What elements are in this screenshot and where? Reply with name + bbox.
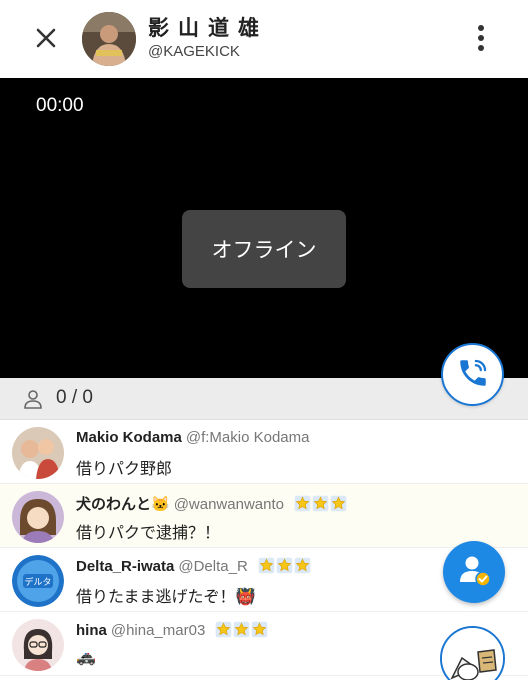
commenter-handle: @f:Makio Kodama bbox=[185, 429, 310, 446]
person-outline-icon bbox=[22, 388, 44, 410]
more-vert-icon[interactable] bbox=[466, 20, 496, 56]
star-icon bbox=[251, 621, 268, 638]
broadcaster-handle: @KAGEKICK bbox=[148, 43, 240, 60]
commenter-handle: @wanwanwanto bbox=[173, 496, 284, 513]
broadcaster-name: 影山道雄 bbox=[148, 16, 268, 40]
phone-call-icon bbox=[456, 356, 490, 394]
commenter-handle: @Delta_R bbox=[178, 558, 248, 575]
comment-text: 🚓 bbox=[76, 647, 96, 666]
star-icon bbox=[312, 495, 329, 512]
commenter-avatar[interactable] bbox=[12, 427, 64, 479]
close-icon[interactable] bbox=[28, 20, 64, 56]
commenter-avatar[interactable]: デルタ bbox=[12, 555, 64, 607]
viewer-count: 0 / 0 bbox=[56, 387, 93, 408]
broadcaster-avatar[interactable] bbox=[82, 12, 136, 66]
offline-badge: オフライン bbox=[182, 210, 346, 288]
commenter-line: Makio Kodama @f:Makio Kodama bbox=[76, 429, 309, 446]
header-bar: 影山道雄 @KAGEKICK bbox=[0, 0, 528, 78]
commenter-avatar[interactable] bbox=[12, 619, 64, 671]
commenter-name: Makio Kodama bbox=[76, 429, 182, 446]
comment-item: Makio Kodama @f:Makio Kodama 借りパク野郎 bbox=[0, 420, 528, 484]
rank-stars bbox=[294, 495, 348, 516]
comment-text: 借りパク野郎 bbox=[76, 459, 173, 478]
call-button[interactable] bbox=[441, 343, 504, 406]
commenter-line: Delta_R-iwata @Delta_R bbox=[76, 557, 312, 578]
commenter-avatar[interactable] bbox=[12, 491, 64, 543]
rank-stars bbox=[215, 621, 269, 642]
svg-text:デルタ: デルタ bbox=[24, 576, 51, 588]
star-icon bbox=[330, 495, 347, 512]
star-icon bbox=[294, 557, 311, 574]
star-icon bbox=[233, 621, 250, 638]
comment-text: 借りたまま逃げたぞ！👹 bbox=[76, 587, 256, 606]
stream-timer: 00:00 bbox=[36, 95, 84, 116]
rank-stars bbox=[258, 557, 312, 578]
commenter-name: 犬のわんと🐱 bbox=[76, 496, 170, 513]
commenter-line: hina @hina_mar03 bbox=[76, 621, 269, 642]
star-icon bbox=[276, 557, 293, 574]
profile-check-icon bbox=[456, 552, 492, 592]
commenter-name: Delta_R-iwata bbox=[76, 558, 175, 575]
profile-button[interactable] bbox=[443, 541, 505, 603]
comment-text: 借りパクで逮捕？！ bbox=[76, 523, 221, 542]
star-icon bbox=[258, 557, 275, 574]
comment-item: 犬のわんと🐱 @wanwanwanto 借りパクで逮捕？！ bbox=[0, 484, 528, 548]
video-player[interactable]: 00:00 オフライン bbox=[0, 78, 528, 378]
star-icon bbox=[215, 621, 232, 638]
commenter-line: 犬のわんと🐱 @wanwanwanto bbox=[76, 493, 348, 516]
commenter-name: hina bbox=[76, 622, 107, 639]
star-icon bbox=[294, 495, 311, 512]
commenter-handle: @hina_mar03 bbox=[110, 622, 206, 639]
